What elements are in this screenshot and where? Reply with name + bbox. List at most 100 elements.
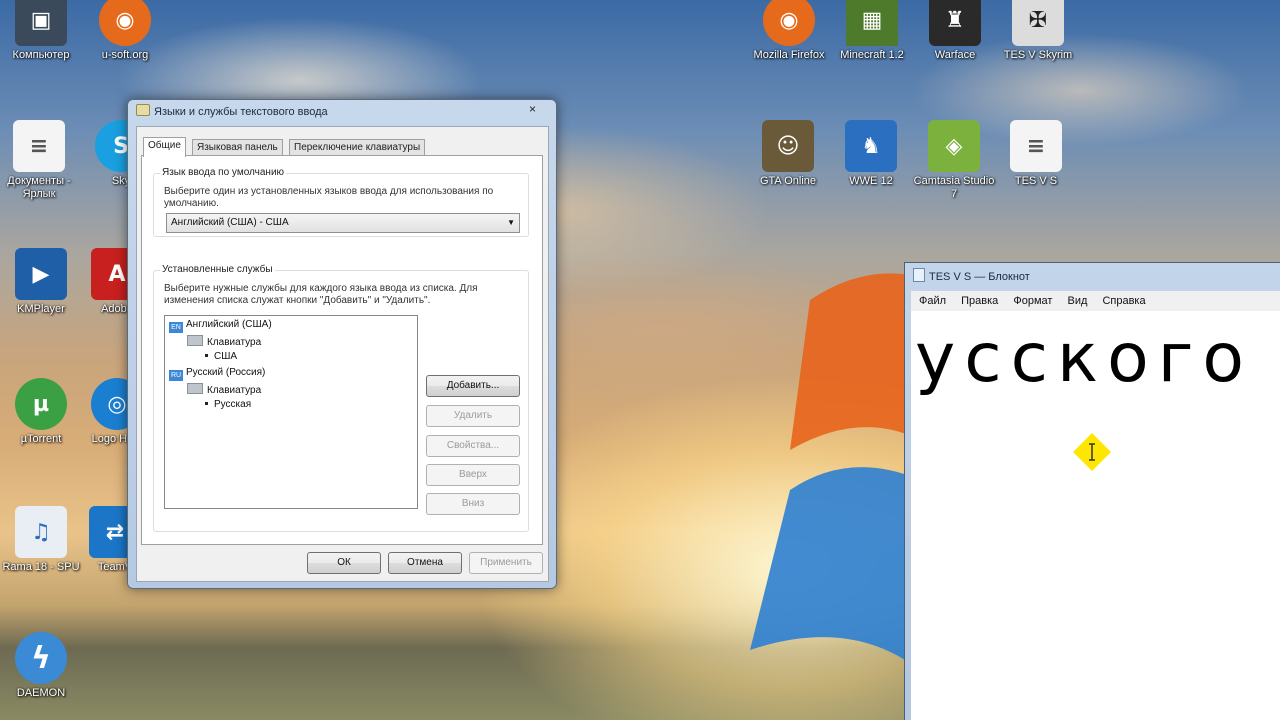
apply-button[interactable]: Применить: [469, 552, 543, 574]
tab-keyboard-switch[interactable]: Переключение клавиатуры: [289, 139, 426, 156]
warface-icon: ♜: [929, 0, 981, 46]
remove-button[interactable]: Удалить: [426, 405, 520, 427]
keyboard-icon: [136, 104, 150, 116]
desktop-icon-kmplayer[interactable]: ▶ KMPlayer: [0, 248, 84, 316]
desktop-icon-label: WWE 12: [849, 175, 893, 187]
close-icon[interactable]: ×: [529, 102, 536, 116]
tab-general[interactable]: Общие: [143, 137, 186, 157]
desktop-icon-usoft[interactable]: ◉ u-soft.org: [82, 0, 168, 62]
dialog-body: Общие Языковая панель Переключение клави…: [136, 126, 549, 582]
notepad-editor[interactable]: усского: [911, 311, 1280, 720]
skyrim-icon: ✠: [1012, 0, 1064, 46]
desktop-icon-label: KMPlayer: [17, 303, 65, 315]
language-flag-icon: EN: [169, 322, 183, 333]
desktop-icon-skyrim[interactable]: ✠ TES V Skyrim: [995, 0, 1081, 62]
desktop-icon-gta[interactable]: ☺ GTA Online: [745, 120, 831, 188]
menu-file[interactable]: Файл: [919, 295, 946, 307]
dialog-titlebar[interactable]: Языки и службы текстового ввода: [136, 104, 526, 120]
desktop-icon-computer[interactable]: ▣ Компьютер: [0, 0, 84, 62]
tree-item-layout-us[interactable]: США: [205, 351, 237, 363]
tree-item-layout-ru[interactable]: Русская: [205, 399, 251, 411]
notepad-icon: [913, 268, 925, 282]
tab-language-bar[interactable]: Языковая панель: [192, 139, 283, 156]
move-down-button[interactable]: Вниз: [426, 493, 520, 515]
notepad-title: TES V S — Блокнот: [929, 271, 1030, 283]
desktop-icon-label: TES V Skyrim: [1003, 49, 1073, 61]
ok-button[interactable]: ОК: [307, 552, 381, 574]
cancel-button[interactable]: Отмена: [388, 552, 462, 574]
desktop-icon-minecraft[interactable]: ▦ Minecraft 1.2: [829, 0, 915, 62]
tree-item-label: Клавиатура: [207, 337, 262, 348]
tab-panel-general: Язык ввода по умолчанию Выберите один из…: [141, 155, 543, 545]
desktop-icon-utorrent[interactable]: µ µTorrent: [0, 378, 84, 446]
document-icon: ≡: [13, 120, 65, 172]
minecraft-icon: ▦: [846, 0, 898, 46]
installed-services-description: Выберите нужные службы для каждого языка…: [164, 283, 478, 306]
tree-item-english[interactable]: EN Английский (США): [169, 319, 272, 333]
menu-view[interactable]: Вид: [1067, 295, 1087, 307]
menu-help[interactable]: Справка: [1102, 295, 1145, 307]
desktop-icon-label: Mozilla Firefox: [753, 49, 825, 61]
firefox-icon: ◉: [763, 0, 815, 46]
notepad-text: усского: [915, 319, 1254, 398]
desktop-icon-label: Minecraft 1.2: [840, 49, 904, 61]
default-language-dropdown[interactable]: Английский (США) - США ▼: [166, 213, 520, 233]
keyboard-icon: [187, 335, 203, 346]
wwe-icon: ♞: [845, 120, 897, 172]
desktop-icon-daemon[interactable]: ϟ DAEMON: [0, 632, 84, 700]
add-button[interactable]: Добавить...: [426, 375, 520, 397]
group-title-installed-services: Установленные службы: [160, 264, 275, 275]
desktop-icon-label: Документы - Ярлык: [7, 175, 71, 200]
daemon-tools-icon: ϟ: [15, 632, 67, 684]
tree-item-label: Русская: [214, 399, 252, 410]
tree-item-label: США: [214, 351, 238, 362]
tree-item-keyboard[interactable]: Клавиатура: [187, 383, 261, 397]
desktop-icon-documents[interactable]: ≡ Документы - Ярлык: [0, 120, 82, 201]
desktop-icon-label: Warface: [934, 49, 976, 61]
text-services-dialog: Языки и службы текстового ввода × Общие …: [127, 99, 557, 589]
tree-item-label: Английский (США): [186, 319, 272, 330]
text-cursor-highlight-icon: [1073, 433, 1111, 471]
chevron-down-icon: ▼: [507, 218, 515, 227]
dialog-title: Языки и службы текстового ввода: [154, 106, 328, 118]
default-language-description: Выберите один из установленных языков вв…: [164, 186, 494, 209]
desktop-icon-label: GTA Online: [759, 175, 817, 187]
default-language-selected: Английский (США) - США: [171, 217, 289, 228]
desktop-icon-label: DAEMON: [16, 687, 66, 699]
camtasia-icon: ◈: [928, 120, 980, 172]
group-installed-services: Установленные службы Выберите нужные слу…: [153, 264, 529, 532]
desktop-icon-firefox[interactable]: ◉ Mozilla Firefox: [746, 0, 832, 62]
move-up-button[interactable]: Вверх: [426, 464, 520, 486]
keyboard-icon: [187, 383, 203, 394]
desktop-icon-label: TES V S: [1014, 175, 1058, 187]
services-tree[interactable]: EN Английский (США) Клавиатура США RU Русс…: [164, 315, 418, 509]
computer-icon: ▣: [15, 0, 67, 46]
firefox-icon: ◉: [99, 0, 151, 46]
bullet-icon: [205, 354, 208, 357]
desktop-icon-label: u-soft.org: [101, 49, 149, 61]
desktop-icon-tesv[interactable]: ≡ TES V S: [993, 120, 1079, 188]
notepad-menubar: Файл Правка Формат Вид Справка: [911, 291, 1280, 311]
notepad-window: TES V S — Блокнот Файл Правка Формат Вид…: [904, 262, 1280, 720]
desktop-icon-camtasia[interactable]: ◈ Camtasia Studio 7: [911, 120, 997, 201]
bullet-icon: [205, 402, 208, 405]
desktop-icon-label: µTorrent: [20, 433, 62, 445]
utorrent-icon: µ: [15, 378, 67, 430]
tree-item-keyboard[interactable]: Клавиатура: [187, 335, 261, 349]
tree-item-label: Русский (Россия): [186, 367, 266, 378]
desktop-icon-warface[interactable]: ♜ Warface: [912, 0, 998, 62]
menu-edit[interactable]: Правка: [961, 295, 998, 307]
menu-format[interactable]: Формат: [1013, 295, 1052, 307]
properties-button[interactable]: Свойства...: [426, 435, 520, 457]
desktop-icon-label: Camtasia Studio 7: [913, 175, 995, 200]
audio-file-icon: ♫: [15, 506, 67, 558]
document-icon: ≡: [1010, 120, 1062, 172]
desktop-icon-label: Компьютер: [12, 49, 70, 61]
tree-item-russian[interactable]: RU Русский (Россия): [169, 367, 265, 381]
gta-icon: ☺: [762, 120, 814, 172]
group-title-default-language: Язык ввода по умолчанию: [160, 167, 287, 178]
notepad-titlebar[interactable]: TES V S — Блокнот: [913, 268, 1030, 283]
desktop-wallpaper: ▣ Компьютер ◉ u-soft.org ◉ Mozilla Firef…: [0, 0, 1280, 720]
desktop-icon-wwe[interactable]: ♞ WWE 12: [828, 120, 914, 188]
language-flag-icon: RU: [169, 370, 183, 381]
